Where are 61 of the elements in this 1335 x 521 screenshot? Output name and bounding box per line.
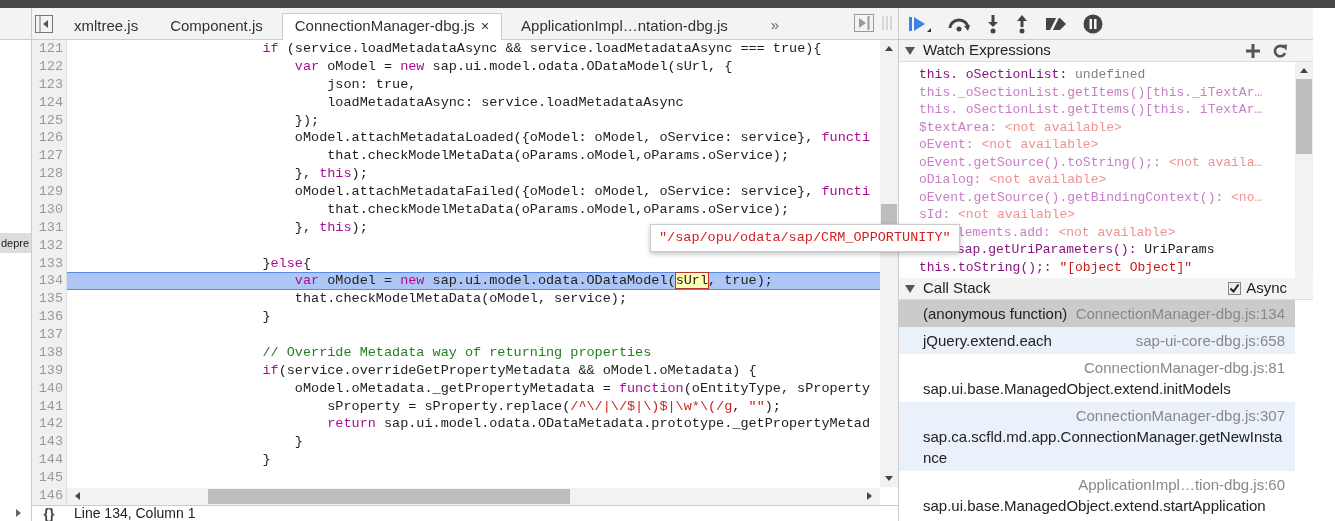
watch-expression: this. oSectionList: undefined bbox=[919, 66, 1147, 84]
pretty-print-button[interactable]: {} bbox=[32, 506, 66, 521]
scrollbar-thumb[interactable] bbox=[208, 488, 570, 504]
line-number: 143 bbox=[32, 433, 67, 452]
collapse-triangle-icon[interactable] bbox=[905, 284, 915, 293]
call-frame[interactable]: ConnectionManager-dbg.js:81 sap.ui.base.ManagedObject.extend.initModels bbox=[899, 354, 1295, 402]
scroll-right-arrow-icon[interactable] bbox=[867, 492, 872, 501]
refresh-icon[interactable] bbox=[1273, 43, 1287, 58]
close-icon[interactable]: × bbox=[480, 18, 490, 34]
line-number: 142 bbox=[32, 415, 67, 434]
step-out-icon[interactable] bbox=[1015, 13, 1029, 34]
watch-expression: oEvent: <not available> bbox=[919, 136, 1100, 154]
collapse-triangle-icon[interactable] bbox=[905, 46, 915, 55]
file-tab[interactable]: Component.js bbox=[157, 13, 276, 39]
call-frame[interactable]: (anonymous function) ConnectionManager-dbg.js:134 bbox=[899, 300, 1295, 327]
scroll-up-arrow-icon[interactable] bbox=[1300, 68, 1308, 73]
watch-expression: sId: <not available> bbox=[919, 206, 1077, 224]
watch-expression: this.toString();: "[object Object]" bbox=[919, 258, 1194, 276]
call-frame[interactable]: ConnectionManager-dbg.js:307 sap.ca.scfld.md.app.ConnectionManager.getNewInstance bbox=[899, 402, 1295, 471]
file-tab[interactable]: ConnectionManager-dbg.js × bbox=[281, 13, 503, 40]
sidebar-label: depre bbox=[0, 233, 31, 253]
checkbox-label[interactable]: Async bbox=[1246, 277, 1287, 300]
line-number: 128 bbox=[32, 165, 67, 183]
line-number: 135 bbox=[32, 290, 67, 309]
line-number: 136 bbox=[32, 308, 67, 326]
watch-expression: oEvent.getSource().getBindingContext(): <no… bbox=[919, 188, 1264, 206]
line-number: 145 bbox=[32, 469, 67, 487]
watch-expression: oEvent.getSource().toString();: <not availa… bbox=[919, 153, 1264, 171]
call-frame[interactable]: ApplicationImpl…tion-dbg.js:60 sap.ui.base.ManagedObject.extend.startApplication bbox=[899, 471, 1295, 519]
scroll-down-arrow-icon[interactable] bbox=[885, 476, 893, 481]
resume-icon[interactable] bbox=[908, 14, 932, 33]
scroll-left-arrow-icon[interactable] bbox=[75, 492, 80, 501]
section-title: Call Stack bbox=[923, 278, 992, 299]
expand-arrow-icon[interactable] bbox=[16, 509, 21, 517]
watch-expression: oDialog: <not available> bbox=[919, 171, 1108, 189]
more-tabs-button[interactable]: » bbox=[770, 13, 780, 39]
call-frame[interactable]: jQuery.extend.each sap-ui-core-dbg.js:658 bbox=[899, 327, 1295, 354]
step-into-icon[interactable] bbox=[986, 13, 1000, 34]
add-icon[interactable] bbox=[1246, 43, 1260, 58]
line-number: 126 bbox=[32, 129, 67, 148]
scrollbar-thumb[interactable] bbox=[1296, 79, 1312, 154]
line-number: 137 bbox=[32, 326, 67, 344]
line-number: 144 bbox=[32, 451, 67, 469]
horizontal-scrollbar[interactable] bbox=[67, 487, 880, 505]
cursor-position: Line 134, Column 1 bbox=[74, 504, 196, 521]
line-number: 127 bbox=[32, 147, 67, 166]
watch-expression: this._oSectionList.getItems()[this._iTextAr… bbox=[919, 83, 1264, 101]
scroll-up-arrow-icon[interactable] bbox=[885, 46, 893, 51]
file-tab[interactable]: xmltree.js bbox=[61, 13, 152, 39]
toggle-debugger-icon[interactable] bbox=[854, 14, 874, 32]
line-number: 129 bbox=[32, 183, 67, 201]
file-tab[interactable]: ApplicationImpl…ntation-dbg.js bbox=[508, 13, 741, 39]
line-number: 134 bbox=[32, 272, 67, 291]
checkbox[interactable] bbox=[1228, 282, 1242, 295]
section-title: Watch Expressions bbox=[923, 40, 1052, 61]
line-number: 121 bbox=[32, 40, 67, 58]
watch-expression: this. oSectionList.getItems()[this. iTextAr… bbox=[919, 101, 1264, 119]
scrollbar-thumb[interactable] bbox=[881, 204, 897, 226]
pause-exceptions-icon[interactable] bbox=[1083, 13, 1103, 34]
watch-expression: $textArea: <not available> bbox=[919, 118, 1123, 136]
panel-toggle-icon[interactable] bbox=[35, 15, 53, 33]
